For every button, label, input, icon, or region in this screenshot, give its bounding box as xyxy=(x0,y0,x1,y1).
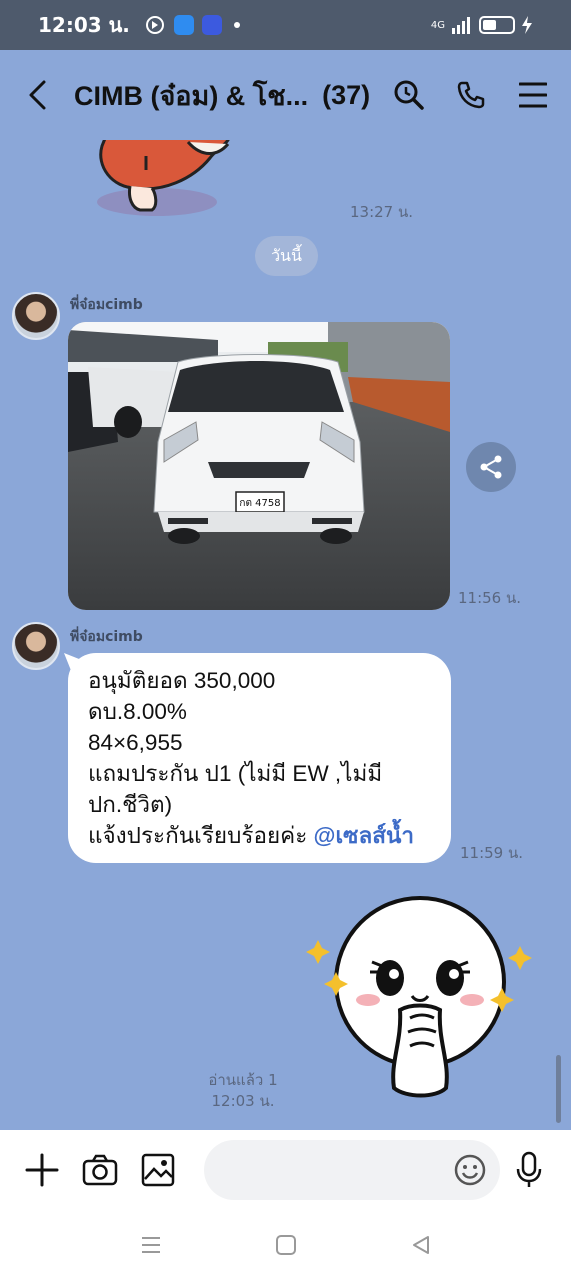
sender-name: พี่จ๋อมcimb xyxy=(70,297,143,313)
search-icon xyxy=(394,80,424,110)
back-icon xyxy=(412,1236,429,1254)
message-time: 13:27 น. xyxy=(350,203,414,221)
emoji-button[interactable] xyxy=(452,1152,488,1188)
chat-title[interactable]: CIMB (จ๋อม) & โช... xyxy=(74,74,308,117)
status-right: 4G xyxy=(431,16,533,34)
call-button[interactable] xyxy=(453,77,489,113)
status-bar: 12:03 น. 4G xyxy=(0,0,571,50)
battery-icon xyxy=(479,16,515,34)
chat-area[interactable]: 13:27 น. วันนี้ พี่จ๋อมcimb กต 4758 11:5… xyxy=(0,140,571,1130)
car-photo-image: กต 4758 xyxy=(68,322,450,610)
message-time: 12:03 น. xyxy=(211,1092,275,1110)
microphone-icon xyxy=(516,1151,542,1187)
input-wrapper xyxy=(196,1140,500,1200)
chat-header: CIMB (จ๋อม) & โช... (37) xyxy=(0,50,571,140)
broadcast-icon xyxy=(201,15,222,35)
recent-apps-button[interactable] xyxy=(136,1230,166,1260)
home-button[interactable] xyxy=(271,1230,301,1260)
network-label: 4G xyxy=(430,19,445,31)
menu-button[interactable] xyxy=(515,77,551,113)
sync-icon xyxy=(145,16,164,34)
member-count: (37) xyxy=(322,79,371,110)
avatar[interactable] xyxy=(12,292,60,340)
mention-link[interactable]: @เซลส์น้ำ xyxy=(314,823,414,848)
system-nav-bar xyxy=(0,1210,571,1280)
message-line: อนุมัติยอด 350,000 xyxy=(88,668,276,693)
voice-button[interactable] xyxy=(509,1150,549,1190)
status-notification-icons xyxy=(144,14,240,36)
back-button[interactable] xyxy=(20,77,56,113)
plus-icon xyxy=(25,1153,59,1187)
charging-icon xyxy=(522,16,532,34)
sticker-character[interactable] xyxy=(302,892,538,1104)
message-line-last: แจ้งประกันเรียบร้อยค่ะ @เซลส์น้ำ xyxy=(88,820,431,851)
share-button[interactable] xyxy=(466,442,516,492)
add-button[interactable] xyxy=(22,1150,62,1190)
gallery-button[interactable] xyxy=(138,1150,178,1190)
message-line: 84×6,955 xyxy=(88,730,183,755)
read-status-label: อ่านแล้ว 1 xyxy=(208,1071,278,1089)
date-divider: วันนี้ xyxy=(255,236,318,276)
message-bubble[interactable]: อนุมัติยอด 350,000 ดบ.8.00% 84×6,955 แถม… xyxy=(68,653,451,863)
message-line: แถมประกัน ป1 (ไม่มี EW ,ไม่มี xyxy=(88,761,383,786)
message-line: ปก.ชีวิต) xyxy=(88,792,173,817)
camera-icon xyxy=(82,1154,118,1186)
phone-icon xyxy=(457,81,485,109)
menu-icon xyxy=(519,82,547,108)
read-receipt: อ่านแล้ว 1 12:03 น. xyxy=(188,1070,298,1112)
camera-button[interactable] xyxy=(80,1150,120,1190)
message-time: 11:59 น. xyxy=(460,844,524,862)
message-line: ดบ.8.00% xyxy=(88,699,187,724)
message-time: 11:56 น. xyxy=(458,589,522,607)
emoji-icon xyxy=(454,1154,486,1186)
sticker-character[interactable] xyxy=(92,140,232,220)
license-plate: กต 4758 xyxy=(239,498,280,509)
sender-name: พี่จ๋อมcimb xyxy=(70,629,143,645)
search-button[interactable] xyxy=(391,77,427,113)
avatar[interactable] xyxy=(12,622,60,670)
home-icon xyxy=(275,1235,296,1255)
back-chevron-icon xyxy=(29,80,46,110)
message-text: แจ้งประกันเรียบร้อยค่ะ xyxy=(88,823,314,848)
image-icon xyxy=(141,1153,175,1187)
dot-icon xyxy=(233,22,240,28)
scrollbar[interactable] xyxy=(556,1055,561,1123)
app-notification-icon xyxy=(173,15,194,35)
share-icon xyxy=(480,455,502,479)
car-photo[interactable]: กต 4758 xyxy=(68,322,450,610)
signal-icon xyxy=(452,17,470,34)
status-time: 12:03 น. xyxy=(38,13,130,37)
message-input-bar xyxy=(0,1130,571,1210)
recent-apps-icon xyxy=(141,1237,160,1253)
nav-back-button[interactable] xyxy=(406,1230,436,1260)
